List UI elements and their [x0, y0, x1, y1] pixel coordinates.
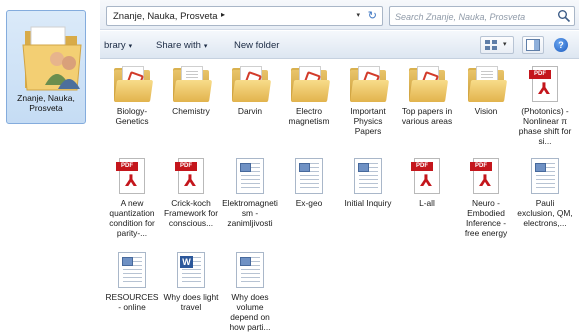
folder-item[interactable]: Chemistry	[162, 64, 220, 116]
address-dropdown-icon[interactable]: ▾	[356, 11, 360, 19]
document-icon	[525, 156, 565, 196]
item-name: Biology-Genetics	[115, 106, 149, 126]
file-item[interactable]: Initial Inquiry	[339, 156, 397, 208]
selected-folder-name: Znanje, Nauka, Prosveta	[17, 93, 75, 113]
item-name: L-all	[419, 198, 435, 208]
view-options-button[interactable]: ▾	[480, 36, 514, 54]
file-item[interactable]: Elektromagnetism - zanimljivosti	[221, 156, 279, 228]
word-document-icon: W	[171, 250, 211, 290]
folder-icon	[112, 64, 154, 104]
item-name: Neuro - Embodied Inference - free energy	[464, 198, 508, 238]
preview-pane-icon	[526, 39, 540, 51]
document-icon	[289, 156, 329, 196]
command-toolbar: brary ▾ Share with ▾ New folder ▾ ?	[100, 31, 579, 59]
file-item[interactable]: PDF ⅄ Neuro - Embodied Inference - free en…	[457, 156, 515, 238]
document-icon	[348, 156, 388, 196]
document-icon	[112, 250, 152, 290]
share-with-menu[interactable]: Share with ▾	[156, 40, 207, 51]
breadcrumb-arrow-icon[interactable]: ▸	[221, 10, 225, 19]
selected-folder-tile[interactable]: Znanje, Nauka, Prosveta	[6, 10, 86, 124]
file-item[interactable]: PDF ⅄ (Photonics) - Nonlinear π phase shif…	[516, 64, 574, 146]
folder-icon	[171, 64, 213, 104]
file-item[interactable]: W Why does light travel	[162, 250, 220, 312]
address-bar[interactable]: Znanje, Nauka, Prosveta ▸ ▾ ↻	[106, 6, 383, 26]
folder-item[interactable]: Darvin	[221, 64, 279, 116]
item-name: Initial Inquiry	[344, 198, 392, 208]
item-name: Why does volume depend on how parti...	[229, 292, 271, 332]
pdf-file-icon: PDF ⅄	[525, 64, 565, 104]
pdf-file-icon: PDF ⅄	[466, 156, 506, 196]
search-input[interactable]	[395, 10, 555, 23]
file-item[interactable]: PDF ⅄ A new quantization condition for par…	[103, 156, 161, 238]
item-name: A new quantization condition for parity-…	[109, 198, 155, 238]
item-name: Darvin	[237, 106, 263, 116]
refresh-icon[interactable]: ↻	[368, 9, 377, 22]
new-folder-button[interactable]: New folder	[234, 40, 279, 51]
item-name: Why does light travel	[163, 292, 219, 312]
item-name: Chemistry	[172, 106, 210, 116]
folder-item[interactable]: Electro magnetism	[280, 64, 338, 126]
chevron-down-icon: ▾	[203, 43, 208, 50]
file-item[interactable]: PDF ⅄ L-all	[398, 156, 456, 208]
item-name: Important Physics Papers	[350, 106, 386, 136]
file-item[interactable]: Ex-geo	[280, 156, 338, 208]
folder-item[interactable]: Important Physics Papers	[339, 64, 397, 136]
folder-item[interactable]: Top papers in various areas	[398, 64, 456, 126]
file-item[interactable]: RESOURCES - online	[103, 250, 161, 312]
address-bar-row: Znanje, Nauka, Prosveta ▸ ▾ ↻	[100, 0, 579, 30]
item-name: Top papers in various areas	[401, 106, 453, 126]
breadcrumb[interactable]: Znanje, Nauka, Prosveta	[113, 11, 218, 22]
folder-icon	[348, 64, 390, 104]
pdf-file-icon: PDF ⅄	[407, 156, 447, 196]
chevron-down-icon: ▾	[128, 43, 133, 50]
chevron-down-icon: ▾	[503, 41, 507, 48]
search-icon[interactable]	[557, 9, 571, 23]
item-name: Pauli exclusion, QM, electrons,...	[517, 198, 573, 228]
item-name: Crick-koch Framework for conscious...	[164, 198, 218, 228]
file-item[interactable]: Pauli exclusion, QM, electrons,...	[516, 156, 574, 228]
search-box[interactable]	[389, 6, 575, 26]
folder-item[interactable]: Vision	[457, 64, 515, 116]
item-name: RESOURCES - online	[105, 292, 159, 312]
folder-icon	[407, 64, 449, 104]
pdf-file-icon: PDF ⅄	[112, 156, 152, 196]
folder-with-people-icon	[22, 26, 82, 91]
file-list-view: Biology-Genetics Chemistry Darvin Electro m…	[100, 60, 579, 333]
item-name: Vision	[474, 106, 498, 116]
help-icon[interactable]: ?	[554, 38, 568, 52]
folder-item[interactable]: Biology-Genetics	[103, 64, 161, 126]
view-grid-icon	[485, 40, 497, 50]
item-name: Electro magnetism	[288, 106, 330, 126]
preview-pane-button[interactable]	[522, 36, 544, 54]
folder-icon	[289, 64, 331, 104]
pdf-file-icon: PDF ⅄	[171, 156, 211, 196]
file-item[interactable]: Why does volume depend on how parti...	[221, 250, 279, 332]
item-name: (Photonics) - Nonlinear π phase shift fo…	[518, 106, 572, 146]
document-icon	[230, 250, 270, 290]
navigation-pane: Znanje, Nauka, Prosveta	[0, 0, 100, 333]
item-name: Ex-geo	[295, 198, 323, 208]
folder-icon	[466, 64, 508, 104]
file-item[interactable]: PDF ⅄ Crick-koch Framework for conscious..…	[162, 156, 220, 228]
folder-icon	[230, 64, 272, 104]
document-icon	[230, 156, 270, 196]
library-menu[interactable]: brary ▾	[104, 40, 132, 51]
item-name: Elektromagnetism - zanimljivosti	[222, 198, 278, 228]
